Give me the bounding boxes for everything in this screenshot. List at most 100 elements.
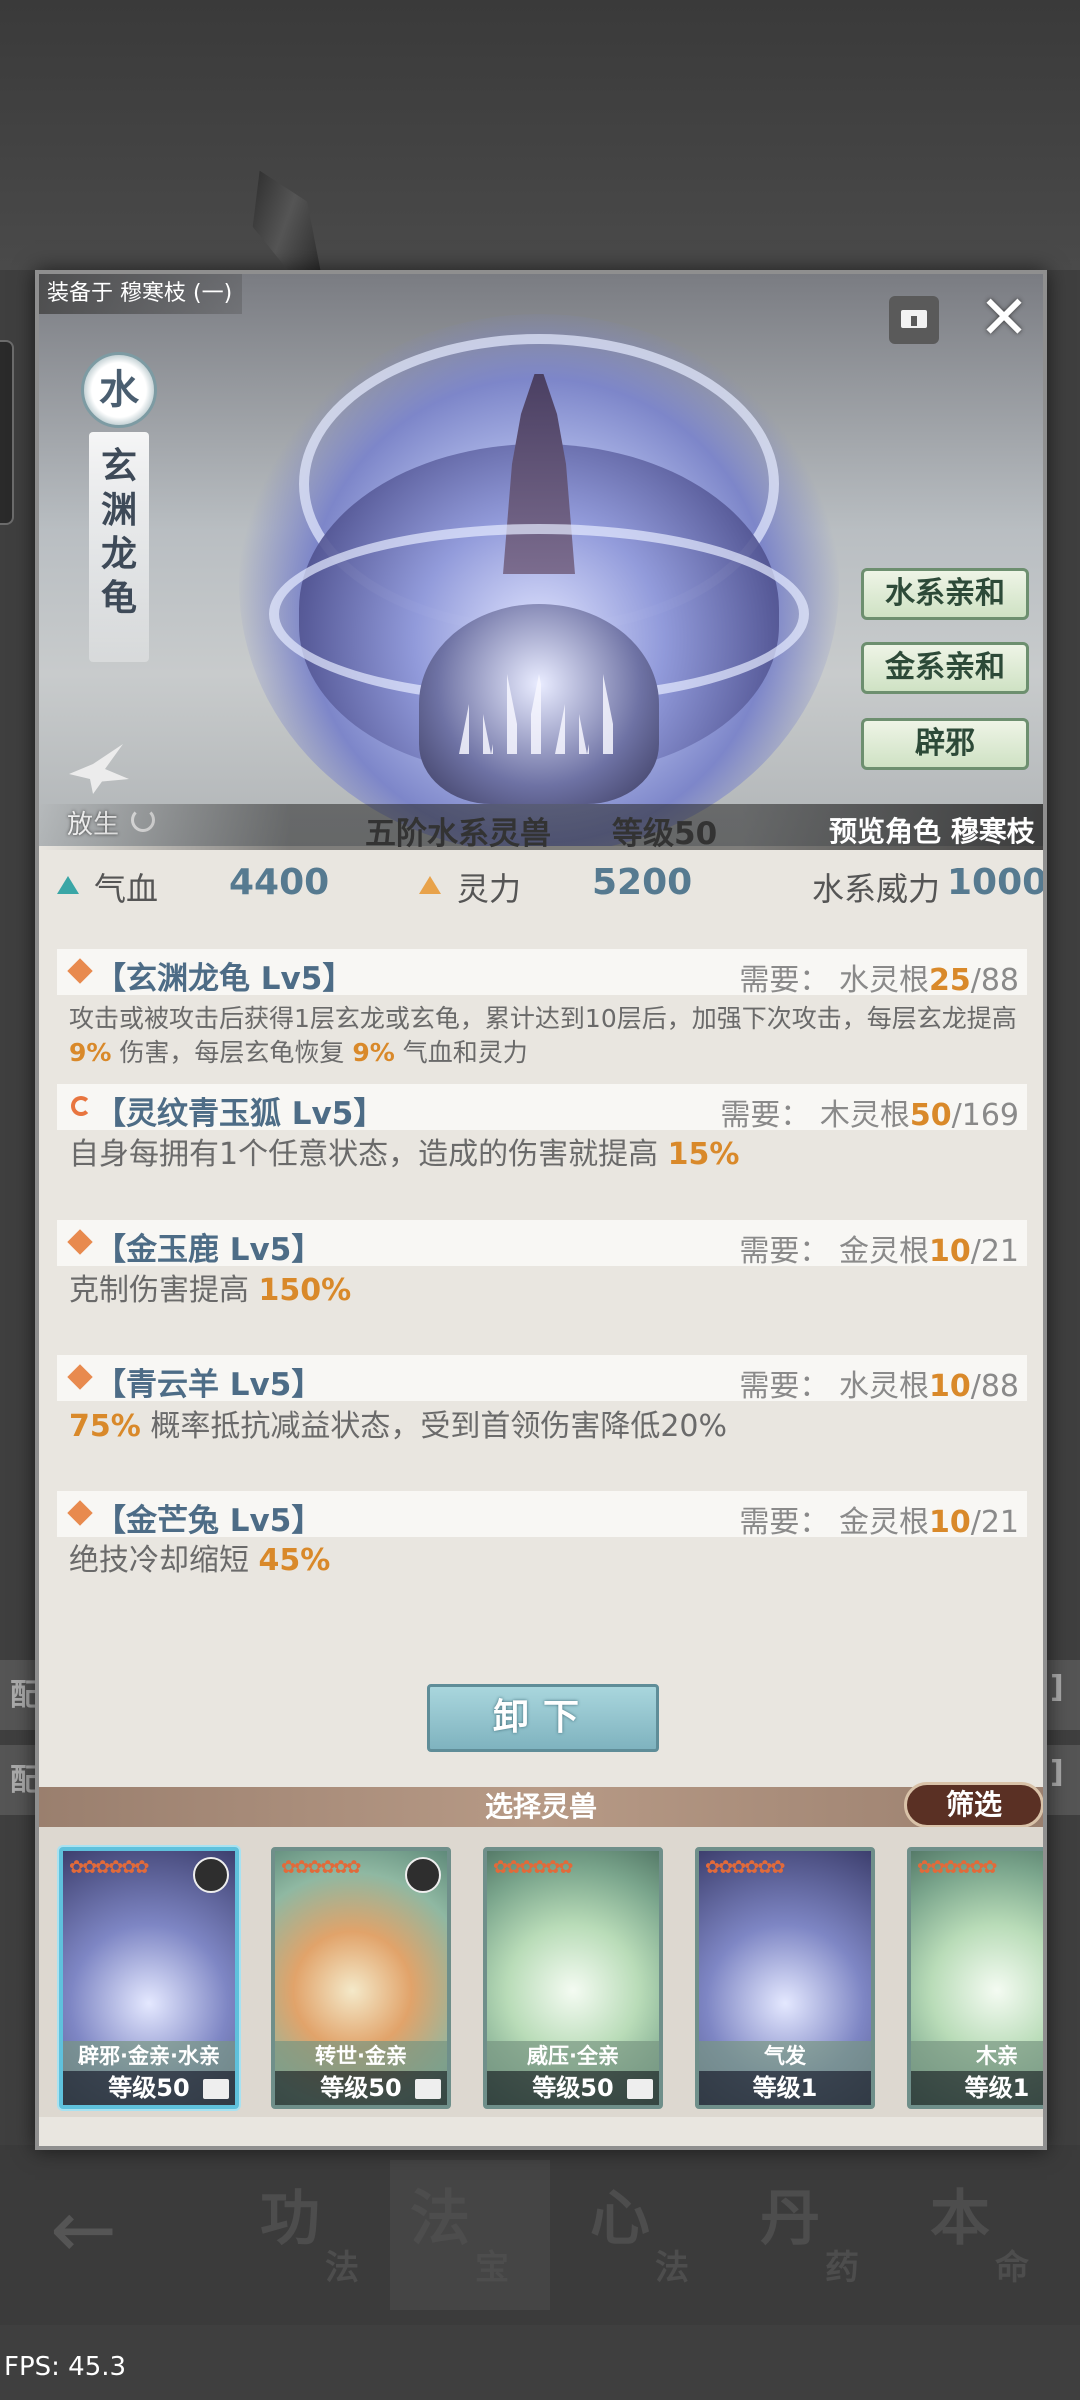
skill-req-total: /88 (970, 963, 1019, 998)
nav-item-label: 丹 (760, 2184, 820, 2254)
beast-card-tags: 木亲 (911, 2041, 1043, 2071)
nav-item-sublabel: 命 (995, 2248, 1029, 2288)
skill-title: 【金玉鹿 Lv5】 (95, 1232, 323, 1268)
nav-item-sublabel: 药 (825, 2248, 859, 2288)
skill-title: 【玄渊龙龟 Lv5】 (95, 961, 354, 997)
nav-item-fabao[interactable]: 法 宝 (390, 2160, 550, 2310)
diamond-icon (67, 1364, 93, 1390)
skill-header: 【玄渊龙龟 Lv5】 需要： 水灵根25/88 (57, 949, 1027, 998)
beast-card[interactable]: ✿✿✿✿✿✿ 辟邪·金亲·水亲 等级50 (59, 1847, 239, 2109)
skill-description: 克制伤害提高 150% (69, 1272, 1029, 1310)
skill-header: 【金芒兔 Lv5】 需要： 金灵根10/21 (57, 1491, 1027, 1540)
beast-card-list: ✿✿✿✿✿✿ 辟邪·金亲·水亲 等级50 ✿✿✿✿✿✿ 转世·金亲 等级50 ✿… (39, 1827, 1043, 2117)
skill-title: 【灵纹青玉狐 Lv5】 (95, 1096, 385, 1132)
skill-requirement: 需要： 木灵根50/169 (720, 1090, 1019, 1134)
desc-text: 绝技冷却缩短 (69, 1543, 259, 1578)
nav-item-benming[interactable]: 本 命 (910, 2160, 1070, 2310)
skill-req-total: /21 (970, 1505, 1019, 1540)
close-icon[interactable]: ✕ (974, 288, 1034, 348)
skill-header: 【金玉鹿 Lv5】 需要： 金灵根10/21 (57, 1220, 1027, 1269)
skill-header: 【青云羊 Lv5】 需要： 水灵根10/88 (57, 1355, 1027, 1404)
skill-requirement: 需要： 金灵根10/21 (739, 1226, 1019, 1270)
desc-text: 克制伤害提高 (69, 1273, 259, 1308)
stat-value: 5200 (592, 862, 693, 903)
stat-label: 气血 (94, 870, 159, 908)
nav-item-label: 心 (590, 2184, 650, 2254)
skill-description: 自身每拥有1个任意状态，造成的伤害就提高 15% (69, 1136, 1029, 1174)
unload-button[interactable]: 卸下 (427, 1684, 659, 1752)
diamond-icon (67, 1229, 93, 1255)
element-badge: 水 (81, 352, 157, 428)
skill-req-current: 10 (928, 1234, 971, 1269)
background-scene (0, 0, 1080, 270)
beast-rank: 五阶水系灵兽 (365, 816, 551, 852)
skill-title: 【青云羊 Lv5】 (95, 1367, 323, 1403)
skill-req-total: /21 (970, 1234, 1019, 1269)
back-arrow-icon[interactable]: ← (50, 2185, 140, 2275)
beast-card-level: 等级1 (699, 2071, 871, 2105)
skill-req-label: 需要： 木灵根 (720, 1098, 910, 1133)
beast-card[interactable]: ✿✿✿✿✿✿ 威压·全亲 等级50 (483, 1847, 663, 2109)
skill-requirement: 需要： 水灵根25/88 (739, 955, 1019, 999)
lock-icon[interactable] (889, 296, 939, 344)
stat-value: 4400 (229, 862, 330, 903)
diamond-icon (67, 958, 93, 984)
lock-icon (415, 2079, 441, 2099)
affinity-button-bixie[interactable]: 辟邪 (861, 718, 1029, 770)
skill-requirement: 需要： 金灵根10/21 (739, 1497, 1019, 1541)
beast-card-tags: 气发 (699, 2041, 871, 2071)
nav-item-sublabel: 法 (325, 2248, 359, 2288)
hp-triangle-icon (57, 876, 79, 894)
beast-card-level: 等级1 (911, 2071, 1043, 2105)
nav-item-xinfa[interactable]: 心 法 (570, 2160, 730, 2310)
bird-icon[interactable] (59, 734, 139, 814)
beast-card[interactable]: ✿✿✿✿✿✿ 转世·金亲 等级50 (271, 1847, 451, 2109)
equipped-label: 装备于 穆寒枝 (一) (39, 274, 243, 314)
desc-highlight: 9% (69, 1038, 112, 1067)
star-rating: ✿✿✿✿✿✿ (69, 1857, 149, 1878)
nav-item-sublabel: 法 (655, 2248, 689, 2288)
skill-req-current: 50 (909, 1098, 952, 1133)
star-rating: ✿✿✿✿✿✿ (493, 1857, 573, 1878)
select-beast-title: 选择灵兽 (484, 1790, 597, 1823)
nav-item-label: 功 (260, 2184, 320, 2254)
skill-description: 攻击或被攻击后获得1层玄龙或玄龟，累计达到10层后，加强下次攻击，每层玄龙提高 … (69, 1002, 1029, 1070)
mana-triangle-icon (419, 876, 441, 894)
desc-highlight: 15% (667, 1137, 740, 1172)
stat-label: 灵力 (457, 870, 522, 908)
affinity-button-water[interactable]: 水系亲和 (861, 568, 1029, 620)
skill-req-label: 需要： 金灵根 (739, 1505, 929, 1540)
nav-item-danyao[interactable]: 丹 药 (740, 2160, 900, 2310)
affinity-button-metal[interactable]: 金系亲和 (861, 642, 1029, 694)
skill-req-label: 需要： 水灵根 (739, 1369, 929, 1404)
nav-item-gongfa[interactable]: 功 法 (240, 2160, 400, 2310)
beast-card[interactable]: ✿✿✿✿✿✿ 木亲 等级1 (907, 1847, 1043, 2109)
stats-row: 气血 4400 灵力 5200 水系威力 1000 (39, 850, 1043, 922)
skill-req-current: 25 (928, 963, 971, 998)
skill-req-total: /169 (951, 1098, 1019, 1133)
stat-value: 1000 (947, 862, 1047, 903)
lock-icon (203, 2079, 229, 2099)
desc-text: 气血和灵力 (394, 1038, 528, 1067)
beast-card-tags: 威压·全亲 (487, 2041, 659, 2071)
filter-button[interactable]: 筛选 (904, 1782, 1043, 1828)
avatar (405, 1857, 441, 1893)
skill-description: 75% 概率抵抗减益状态，受到首领伤害降低20% (69, 1408, 1029, 1446)
beast-name: 玄渊龙龟 (100, 445, 137, 619)
left-edge-tab[interactable] (0, 340, 14, 525)
beast-card[interactable]: ✿✿✿✿✿✿ 气发 等级1 (695, 1847, 875, 2109)
skill-requirement: 需要： 水灵根10/88 (739, 1361, 1019, 1405)
background-band-text: ] (1050, 1755, 1064, 1790)
star-rating: ✿✿✿✿✿✿ (917, 1857, 997, 1878)
diamond-icon (67, 1500, 93, 1526)
skill-req-label: 需要： 金灵根 (739, 1234, 929, 1269)
preview-character[interactable]: 预览角色 穆寒枝 (829, 810, 1035, 850)
spirit-beast-panel: 装备于 穆寒枝 (一) ✕ 水 玄渊龙龟 放生 水系亲和 金系亲和 辟邪 五阶水… (35, 270, 1047, 2150)
desc-highlight: 150% (258, 1273, 352, 1308)
nav-item-label: 法 (410, 2184, 470, 2254)
skill-description: 绝技冷却缩短 45% (69, 1542, 1029, 1580)
lock-icon (627, 2079, 653, 2099)
skill-title: 【金芒兔 Lv5】 (95, 1503, 323, 1539)
avatar (193, 1857, 229, 1893)
stat-label: 水系威力 (812, 870, 941, 908)
